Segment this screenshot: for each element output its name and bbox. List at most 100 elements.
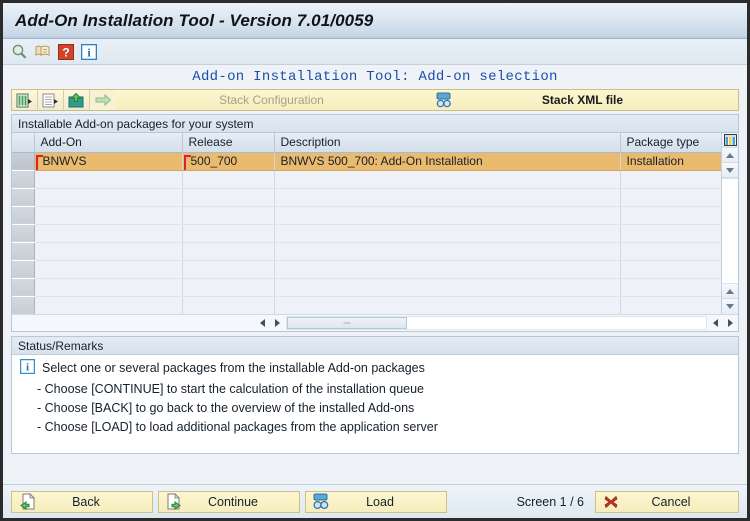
col-header-package-type[interactable]: Package type [620,133,721,153]
table-vertical-scrollbar[interactable] [721,133,738,314]
col-header-add-on[interactable]: Add-On [34,133,183,153]
row-selector-cell[interactable] [12,170,35,189]
horizontal-scroll-track[interactable] [286,316,707,330]
cell-package-type[interactable] [620,278,721,297]
table-horizontal-scrollbar[interactable] [12,314,738,331]
screen-counter: Screen 1 / 6 [516,494,584,509]
table-row[interactable] [12,296,721,314]
cell-description[interactable] [274,188,621,207]
cancel-button[interactable]: Cancel [595,490,739,513]
cell-release[interactable] [182,260,275,279]
hscroll-left-button[interactable] [255,316,270,331]
cell-package-type[interactable] [620,206,721,225]
cell-add-on[interactable] [34,296,183,314]
col-header-description[interactable]: Description [274,133,621,153]
cell-release[interactable] [182,278,275,297]
status-primary-line: i Select one or several packages from th… [19,358,738,377]
cell-description[interactable] [274,224,621,243]
row-selector-cell[interactable] [12,188,35,207]
list-plain-icon[interactable] [38,90,64,110]
info-icon[interactable]: i [80,43,97,60]
cell-package-type[interactable] [620,242,721,261]
cell-package-type[interactable] [620,188,721,207]
cell-description[interactable]: BNWVS 500_700: Add-On Installation [274,152,621,171]
scroll-page-up-button[interactable] [722,284,738,299]
vertical-scroll-track[interactable] [722,178,738,284]
load-button[interactable]: Load [305,490,447,513]
cell-add-on[interactable] [34,224,183,243]
row-selector-cell[interactable] [12,242,35,261]
arrow-up-icon-2 [726,288,734,294]
table-row[interactable] [12,278,721,297]
table-row[interactable] [12,170,721,189]
table-header-row: Add-On Release Description Package type [12,133,721,153]
cell-description[interactable] [274,242,621,261]
cancel-button-label: Cancel [651,494,691,509]
table-row[interactable] [12,224,721,243]
hscroll-right-button-2[interactable] [723,316,738,331]
row-selector-cell[interactable] [12,278,35,297]
column-config-icon[interactable] [722,133,738,148]
cell-description[interactable] [274,260,621,279]
scroll-page-down-button[interactable] [722,299,738,314]
row-selector-cell[interactable] [12,152,35,171]
stack-configuration-label: Stack Configuration [219,93,324,107]
cell-package-type[interactable] [620,296,721,314]
scroll-list-icon[interactable] [34,43,51,60]
table-row[interactable] [12,188,721,207]
cell-add-on[interactable] [34,278,183,297]
status-remarks-header: Status/Remarks [12,337,738,355]
row-selector-cell[interactable] [12,224,35,243]
list-detail-icon[interactable] [12,90,38,110]
continue-button[interactable]: Continue [158,490,300,513]
tab-stack-xml-file[interactable]: Stack XML file [427,90,738,110]
cell-add-on[interactable] [34,260,183,279]
cell-release[interactable] [182,170,275,189]
table-row[interactable] [12,206,721,225]
cell-description[interactable] [274,170,621,189]
cell-package-type[interactable]: Installation [620,152,721,171]
cell-add-on[interactable] [34,170,183,189]
page-back-icon [18,493,36,511]
cell-release[interactable] [182,188,275,207]
table-row[interactable] [12,260,721,279]
cell-release[interactable] [182,296,275,314]
cell-package-type[interactable] [620,260,721,279]
xml-load-icon [312,493,330,511]
cell-add-on[interactable] [34,242,183,261]
tab-stack-configuration[interactable]: Stack Configuration [116,90,427,110]
cell-package-type[interactable] [620,224,721,243]
hscroll-right-button[interactable] [270,316,285,331]
horizontal-scroll-thumb[interactable] [287,317,407,329]
cell-release[interactable]: 500_700 [182,152,275,171]
status-line-1: - Choose [CONTINUE] to start the calcula… [37,382,424,396]
row-selector-cell[interactable] [12,260,35,279]
table-row[interactable]: BNWVS 500_700 BNWVS 500_700: Add-On Instal… [12,152,721,171]
svg-text:i: i [26,362,29,374]
status-remarks-panel: Status/Remarks i Select one or several p… [11,336,739,454]
cell-description[interactable] [274,278,621,297]
cell-description[interactable] [274,206,621,225]
cell-release[interactable] [182,224,275,243]
svg-text:?: ? [62,45,69,59]
cell-add-on[interactable] [34,206,183,225]
table-row[interactable] [12,242,721,261]
window-title: Add-On Installation Tool - Version 7.01/… [15,10,374,30]
cell-description[interactable] [274,296,621,314]
hscroll-left-button-2[interactable] [708,316,723,331]
cell-release[interactable] [182,206,275,225]
cell-add-on[interactable]: BNWVS [34,152,183,171]
back-button[interactable]: Back [11,490,153,513]
scroll-up-button[interactable] [722,148,738,163]
scroll-down-button[interactable] [722,163,738,178]
cell-release[interactable] [182,242,275,261]
search-icon[interactable] [11,43,28,60]
cell-package-type[interactable] [620,170,721,189]
row-selector-cell[interactable] [12,206,35,225]
row-selector-cell[interactable] [12,296,35,314]
cell-add-on[interactable] [34,188,183,207]
col-header-release[interactable]: Release [182,133,275,153]
import-upload-icon[interactable] [64,90,90,110]
addon-table: Add-On Release Description Package type … [11,132,739,332]
help-icon[interactable]: ? [57,43,74,60]
